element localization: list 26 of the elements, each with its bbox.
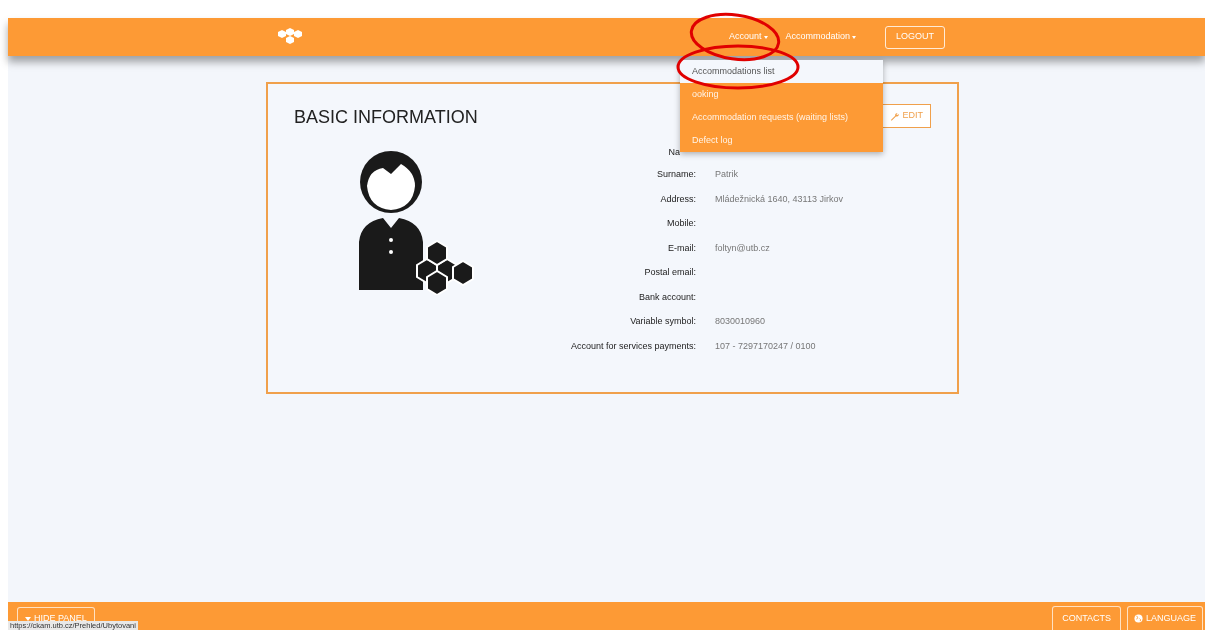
wrench-icon — [890, 111, 900, 121]
field-label: Address: — [659, 192, 696, 206]
contacts-button[interactable]: CONTACTS — [1052, 606, 1121, 630]
dropdown-item[interactable]: ooking — [680, 83, 883, 106]
edit-button[interactable]: EDIT — [882, 104, 931, 128]
field-label: Account for services payments: — [569, 339, 696, 353]
logout-button[interactable]: LOGOUT — [885, 25, 946, 49]
field-label: Mobile: — [666, 217, 696, 230]
dropdown-item[interactable]: Accommodations list — [680, 60, 883, 83]
dropdown-item[interactable]: Defect log — [680, 129, 883, 152]
field-label: Variable symbol: — [629, 315, 696, 328]
field-label: Bank account: — [637, 290, 696, 304]
field-value: 107 - 7297170247 / 0100 — [715, 339, 817, 353]
card-title: BASIC INFORMATION — [294, 106, 478, 129]
globe-icon — [1134, 614, 1143, 623]
field-value: foltyn@utb.cz — [715, 241, 771, 255]
field-label: Postal email: — [643, 266, 696, 279]
field-label: E-mail: — [667, 241, 696, 255]
field-value: Mládežnická 1640, 43113 Jirkov — [715, 192, 843, 206]
nav-menu-link[interactable]: Accommodation — [785, 30, 857, 44]
field-label: Surname: — [655, 168, 696, 181]
field-value: 8030010960 — [715, 315, 767, 328]
nav-menu-link[interactable]: Account — [729, 30, 768, 44]
language-button[interactable]: LANGUAGE — [1127, 606, 1203, 630]
dropdown-item[interactable]: Accommodation requests (waiting lists) — [680, 106, 883, 129]
field-value: Patrik — [715, 168, 739, 181]
